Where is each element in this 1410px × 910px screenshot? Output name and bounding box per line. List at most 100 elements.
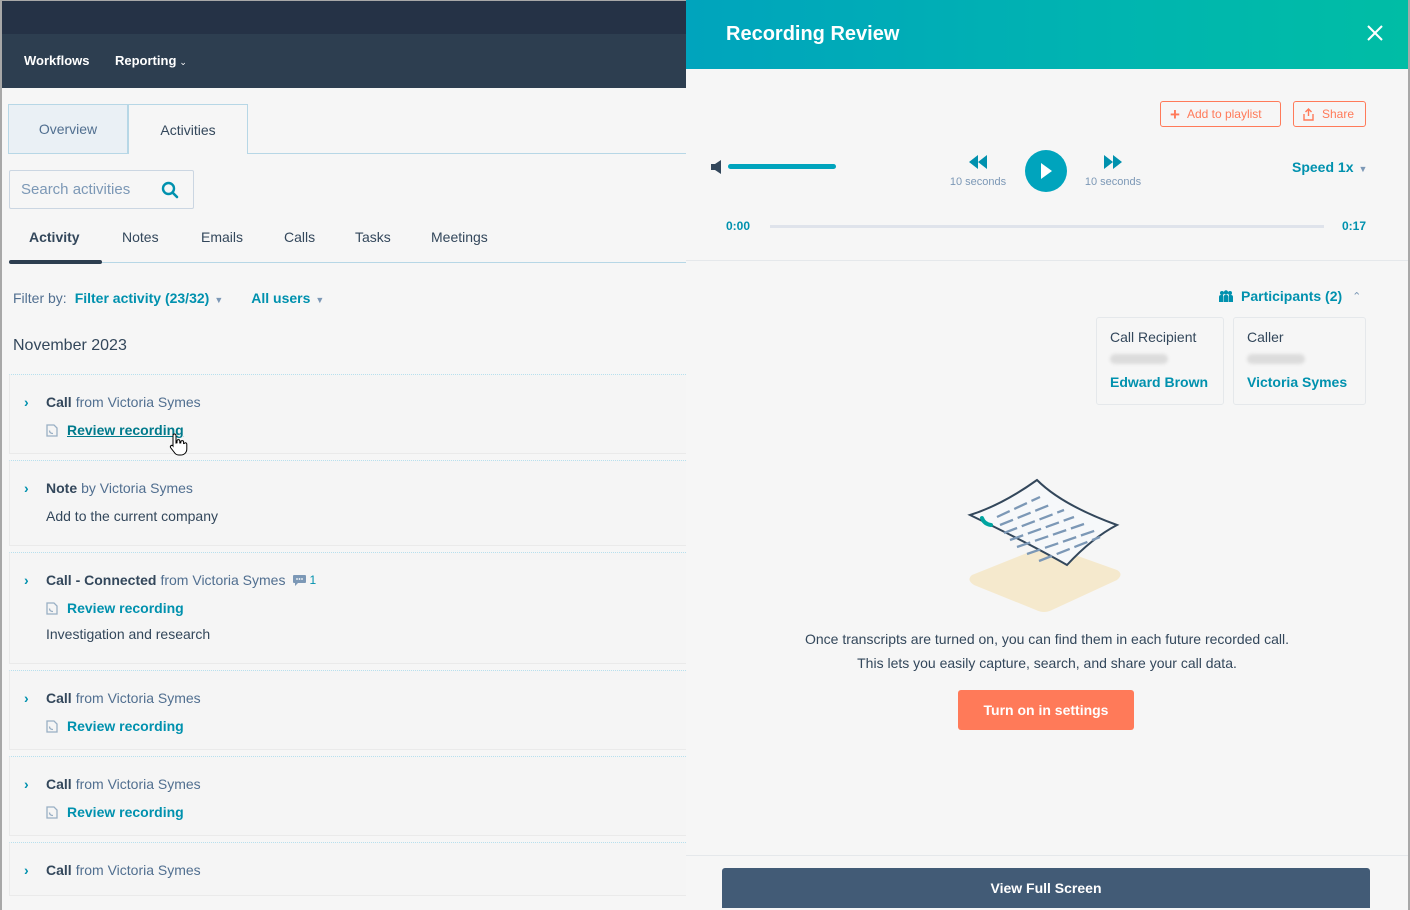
participant-role: Call Recipient: [1110, 329, 1197, 345]
add-to-playlist-label: Add to playlist: [1186, 107, 1262, 121]
call-document-icon: [46, 805, 58, 819]
caret-down-icon: ▼: [315, 295, 325, 305]
review-recording-link[interactable]: Review recording: [67, 422, 184, 438]
activity-type-tabs: Activity Notes Emails Calls Tasks Meetin…: [9, 223, 686, 264]
activity-author: by Victoria Symes: [81, 480, 193, 496]
nav-reporting[interactable]: Reporting ⌄: [115, 53, 187, 68]
comment-icon[interactable]: [293, 574, 307, 586]
activity-author: from Victoria Symes: [160, 572, 286, 588]
activity-card: › Note by Victoria Symes Add to the curr…: [9, 460, 686, 546]
tab-activities[interactable]: Activities: [128, 104, 248, 154]
month-heading: November 2023: [13, 337, 127, 354]
review-recording-row: Review recording: [46, 422, 184, 438]
participants-label: Participants (2): [1241, 288, 1343, 304]
plus-icon: +: [1170, 104, 1180, 124]
nav-workflows[interactable]: Workflows: [24, 53, 90, 68]
chevron-right-icon[interactable]: ›: [24, 690, 46, 706]
comment-count: 1: [309, 573, 317, 587]
transcript-info: Once transcripts are turned on, you can …: [686, 627, 1408, 675]
info-line-2: This lets you easily capture, search, an…: [857, 655, 1237, 671]
chevron-up-icon: ⌃: [1352, 290, 1362, 303]
activity-author: from Victoria Symes: [75, 690, 201, 706]
review-recording-row: Review recording: [46, 718, 184, 734]
filter-bar: Filter by: Filter activity (23/32) ▼ All …: [13, 290, 324, 306]
filter-activity-dropdown[interactable]: Filter activity (23/32) ▼: [75, 290, 224, 306]
chevron-right-icon[interactable]: ›: [24, 394, 46, 410]
speed-dropdown[interactable]: Speed 1x ▼: [1292, 159, 1367, 175]
call-document-icon: [46, 719, 58, 733]
activity-body: Add to the current company: [46, 508, 218, 524]
participant-card: Call Recipient Edward Brown: [1096, 317, 1224, 405]
all-users-dropdown[interactable]: All users ▼: [251, 290, 324, 306]
redacted-phone: [1247, 354, 1305, 364]
nav-reporting-label: Reporting: [115, 53, 177, 68]
participants-toggle[interactable]: Participants (2) ⌃: [1218, 288, 1361, 304]
activity-card: › Call from Victoria Symes: [9, 842, 686, 896]
filter-label: Filter by:: [13, 290, 67, 306]
volume-slider[interactable]: [728, 164, 836, 169]
skip-back-label: 10 seconds: [949, 176, 1007, 188]
chevron-right-icon[interactable]: ›: [24, 572, 46, 588]
skip-forward-button[interactable]: 10 seconds: [1078, 154, 1148, 188]
share-icon: [1303, 107, 1314, 121]
chevron-right-icon[interactable]: ›: [24, 862, 46, 878]
review-recording-link[interactable]: Review recording: [67, 804, 184, 820]
tab-tasks[interactable]: Tasks: [355, 229, 391, 245]
tab-overview[interactable]: Overview: [8, 104, 128, 154]
share-label: Share: [1322, 107, 1355, 121]
tab-calls[interactable]: Calls: [284, 229, 315, 245]
transcript-illustration: [967, 478, 1121, 612]
section-divider: [686, 260, 1408, 261]
current-time: 0:00: [726, 219, 751, 233]
activity-type: Call: [46, 690, 72, 706]
search-input[interactable]: [21, 181, 156, 198]
activity-header: › Call from Victoria Symes: [24, 776, 201, 792]
view-full-screen-button[interactable]: View Full Screen: [722, 868, 1370, 908]
turn-on-settings-button[interactable]: Turn on in settings: [958, 690, 1134, 730]
activity-type: Call: [46, 776, 72, 792]
share-button[interactable]: Share: [1293, 101, 1366, 127]
participant-card: Caller Victoria Symes: [1233, 317, 1366, 405]
skip-back-button[interactable]: 10 seconds: [943, 154, 1013, 188]
nav-bar: Workflows Reporting ⌄: [2, 34, 686, 88]
activity-type: Call - Connected: [46, 572, 157, 588]
play-button[interactable]: [1025, 150, 1067, 192]
panel-header: Recording Review: [686, 0, 1408, 69]
close-icon[interactable]: [1366, 24, 1384, 42]
tab-meetings[interactable]: Meetings: [431, 229, 488, 245]
hand-pointer-cursor-icon: [169, 433, 188, 456]
info-line-1: Once transcripts are turned on, you can …: [804, 631, 1290, 647]
caret-down-icon: ▼: [1358, 164, 1368, 174]
search-icon[interactable]: [161, 181, 179, 199]
review-recording-link[interactable]: Review recording: [67, 600, 184, 616]
chevron-right-icon[interactable]: ›: [24, 480, 46, 496]
people-icon: [1219, 290, 1233, 302]
participant-role: Caller: [1247, 329, 1284, 345]
rewind-icon: [969, 155, 987, 169]
filter-activity-label: Filter activity (23/32): [74, 290, 210, 306]
activity-card: › Call - Connected from Victoria Symes 1…: [9, 552, 686, 664]
chevron-right-icon[interactable]: ›: [24, 776, 46, 792]
active-tab-indicator: [9, 260, 102, 264]
play-icon: [1041, 163, 1052, 179]
add-to-playlist-button[interactable]: + Add to playlist: [1160, 101, 1281, 127]
activity-header: › Note by Victoria Symes: [24, 480, 193, 496]
playback-progress-bar[interactable]: [770, 225, 1324, 228]
participant-name[interactable]: Victoria Symes: [1247, 374, 1365, 390]
participant-name[interactable]: Edward Brown: [1110, 374, 1223, 390]
top-bar: [2, 1, 686, 34]
tabs-divider: [248, 153, 686, 154]
call-document-icon: [46, 423, 58, 437]
skip-forward-label: 10 seconds: [1084, 176, 1142, 188]
tab-emails[interactable]: Emails: [201, 229, 243, 245]
chevron-down-icon: ⌄: [179, 57, 187, 67]
activity-author: from Victoria Symes: [75, 394, 201, 410]
activity-card: › Call from Victoria Symes Review record…: [9, 756, 686, 836]
recording-review-panel: Recording Review + Add to playlist Share…: [686, 0, 1410, 910]
volume-level: [728, 164, 836, 169]
volume-icon[interactable]: [710, 159, 724, 175]
tab-notes[interactable]: Notes: [122, 229, 159, 245]
review-recording-link[interactable]: Review recording: [67, 718, 184, 734]
activity-body: Investigation and research: [46, 626, 211, 642]
tab-activity[interactable]: Activity: [29, 229, 80, 245]
